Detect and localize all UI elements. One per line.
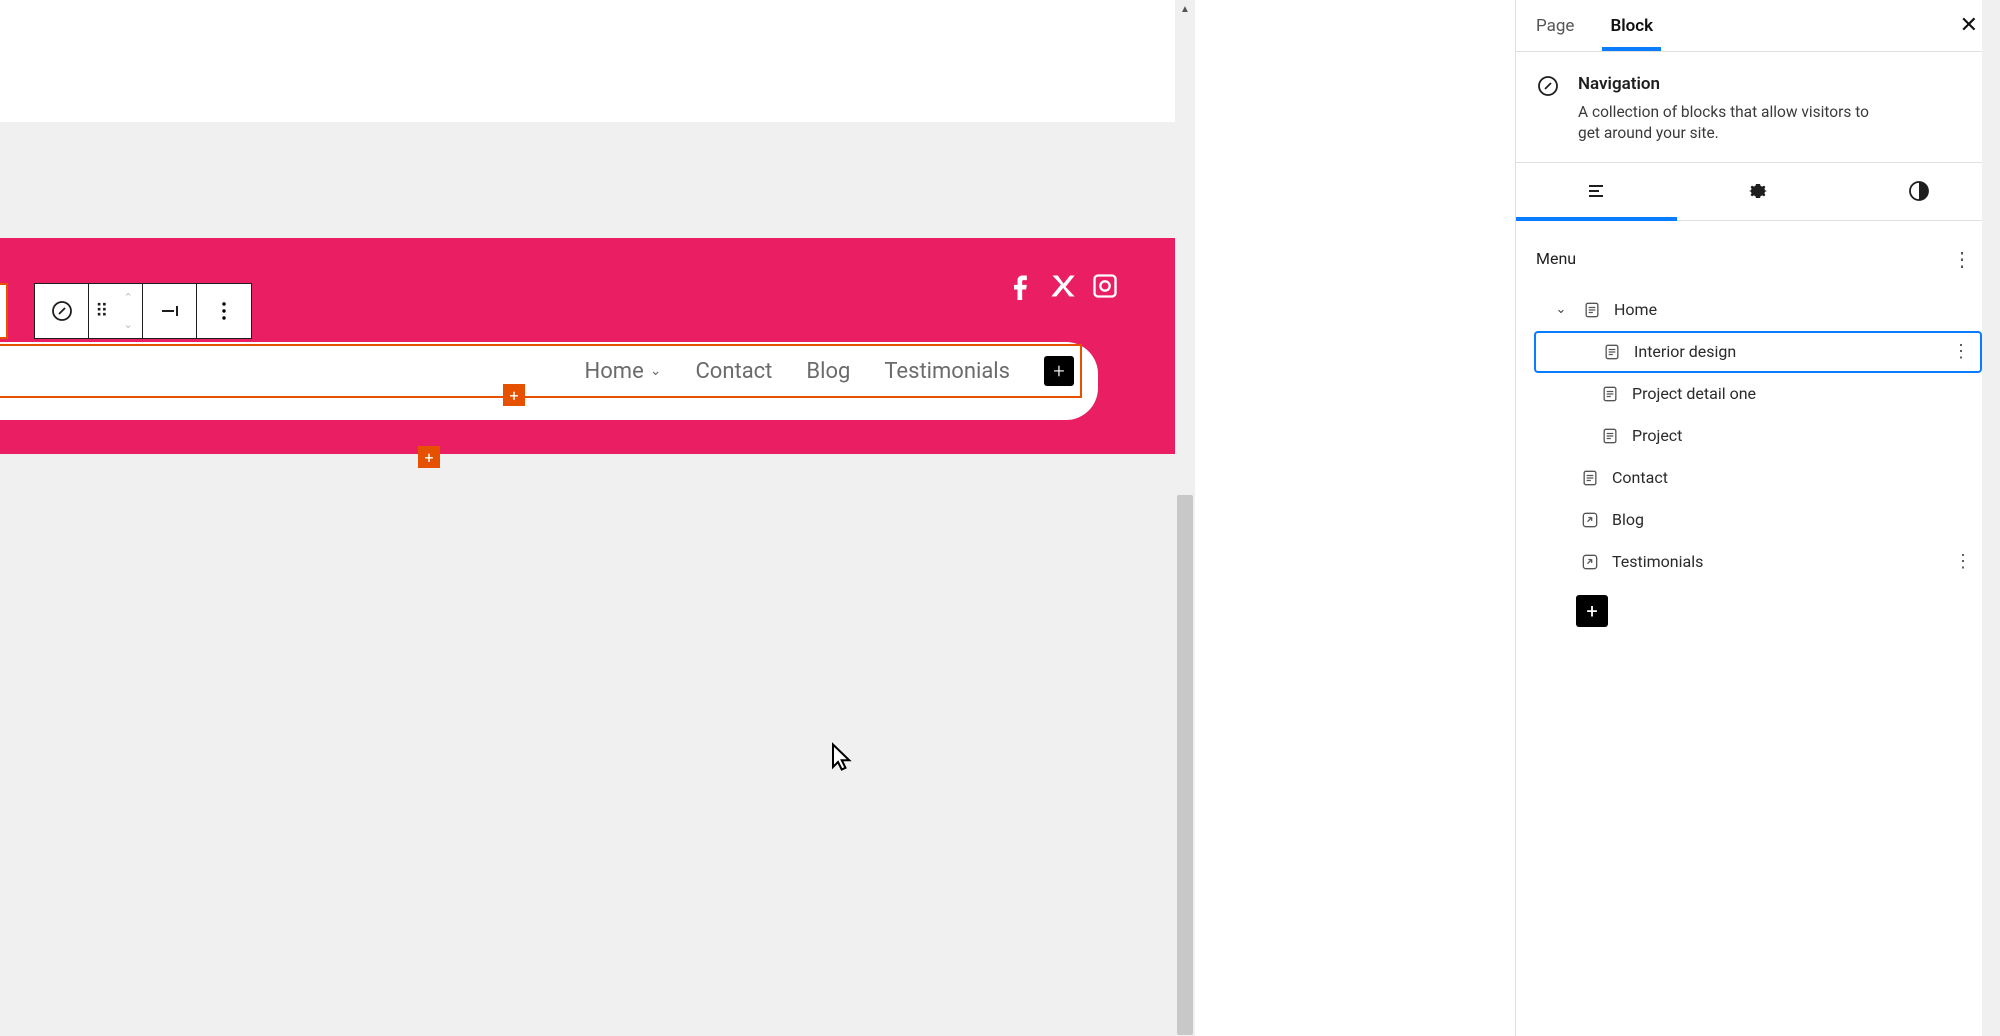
editor-canvas: Home ⌄ Contact Blog Testimonials + + + ⠿…	[0, 0, 1195, 1036]
nav-item-home[interactable]: Home ⌄	[585, 359, 662, 384]
sidebar-scrollbar[interactable]	[1982, 0, 2000, 1036]
close-sidebar-button[interactable]: ✕	[1954, 7, 1984, 44]
drag-handle-icon[interactable]: ⠿	[89, 284, 115, 338]
link-icon	[1580, 552, 1600, 572]
block-type-button[interactable]	[35, 284, 89, 338]
subtab-settings[interactable]	[1677, 163, 1838, 220]
instagram-icon[interactable]	[1091, 272, 1119, 304]
menu-options-button[interactable]: ⋮	[1944, 243, 1980, 275]
tree-item-label: Project	[1632, 426, 1682, 445]
scroll-up-icon[interactable]: ▲	[1175, 0, 1195, 18]
block-appender-button[interactable]: +	[503, 384, 525, 406]
block-title: Navigation	[1578, 74, 1888, 94]
justify-button[interactable]	[143, 284, 197, 338]
more-options-button[interactable]	[197, 284, 251, 338]
selected-block-indicator	[0, 283, 8, 339]
scrollbar-thumb[interactable]	[1177, 495, 1193, 1035]
tree-item-options-button[interactable]: ⋮	[1948, 551, 1978, 572]
block-inspector-tabs	[1516, 163, 2000, 221]
tree-item-blog[interactable]: Blog	[1534, 499, 1982, 541]
tree-item-home[interactable]: ⌄ Home	[1534, 289, 1982, 331]
tab-block[interactable]: Block	[1606, 2, 1657, 50]
tree-item-label: Blog	[1612, 510, 1644, 529]
tree-item-testimonials[interactable]: Testimonials ⋮	[1534, 541, 1982, 583]
tree-item-project[interactable]: Project	[1534, 415, 1982, 457]
chevron-down-icon: ⌄	[650, 363, 662, 379]
move-down-button[interactable]: ⌄	[115, 311, 142, 338]
tree-item-contact[interactable]: Contact	[1534, 457, 1982, 499]
settings-sidebar: Page Block ✕ Navigation A collection of …	[1515, 0, 2000, 1036]
nav-item-label: Home	[585, 359, 644, 384]
x-twitter-icon[interactable]	[1049, 272, 1077, 304]
tree-item-label: Testimonials	[1612, 552, 1703, 571]
chevron-down-icon[interactable]: ⌄	[1552, 302, 1570, 317]
subtab-list-view[interactable]	[1516, 163, 1677, 220]
navigation-block[interactable]: Home ⌄ Contact Blog Testimonials +	[0, 344, 1082, 398]
link-icon	[1580, 510, 1600, 530]
social-links	[1007, 272, 1119, 304]
page-icon	[1600, 426, 1620, 446]
menu-heading: Menu	[1536, 249, 1576, 268]
tree-item-interior-design[interactable]: Interior design ⋮	[1534, 331, 1982, 373]
page-icon	[1600, 384, 1620, 404]
menu-panel: Menu ⋮ ⌄ Home Interior design ⋮ Project …	[1516, 221, 2000, 641]
block-appender-button[interactable]: +	[418, 446, 440, 468]
block-toolbar: ⠿ ⌃ ⌄	[34, 283, 252, 339]
subtab-styles[interactable]	[1839, 163, 2000, 220]
facebook-icon[interactable]	[1007, 272, 1035, 304]
page-icon	[1582, 300, 1602, 320]
add-nav-item-button[interactable]: +	[1044, 356, 1074, 386]
tree-item-label: Interior design	[1634, 342, 1736, 361]
cursor-icon	[830, 742, 856, 779]
page-icon	[1580, 468, 1600, 488]
block-description: A collection of blocks that allow visito…	[1578, 102, 1888, 144]
block-card: Navigation A collection of blocks that a…	[1516, 52, 2000, 163]
nav-menu-tree: ⌄ Home Interior design ⋮ Project detail …	[1534, 289, 1982, 627]
tree-item-label: Home	[1614, 300, 1657, 319]
tree-item-label: Contact	[1612, 468, 1668, 487]
tree-item-label: Project detail one	[1632, 384, 1756, 403]
canvas-scrollbar[interactable]: ▲	[1175, 0, 1195, 1036]
block-mover: ⠿ ⌃ ⌄	[89, 284, 143, 338]
nav-bar-container: Home ⌄ Contact Blog Testimonials +	[0, 342, 1098, 420]
page-icon	[1602, 342, 1622, 362]
nav-item-testimonials[interactable]: Testimonials	[884, 359, 1010, 384]
move-up-button[interactable]: ⌃	[115, 284, 142, 311]
sidebar-tabs: Page Block ✕	[1516, 0, 2000, 52]
nav-item-contact[interactable]: Contact	[695, 359, 772, 384]
navigation-block-icon	[1536, 74, 1560, 144]
add-menu-item-button[interactable]: +	[1576, 595, 1608, 627]
tab-page[interactable]: Page	[1532, 2, 1578, 50]
tree-item-project-detail-one[interactable]: Project detail one	[1534, 373, 1982, 415]
nav-item-blog[interactable]: Blog	[806, 359, 850, 384]
tree-item-options-button[interactable]: ⋮	[1946, 341, 1976, 362]
